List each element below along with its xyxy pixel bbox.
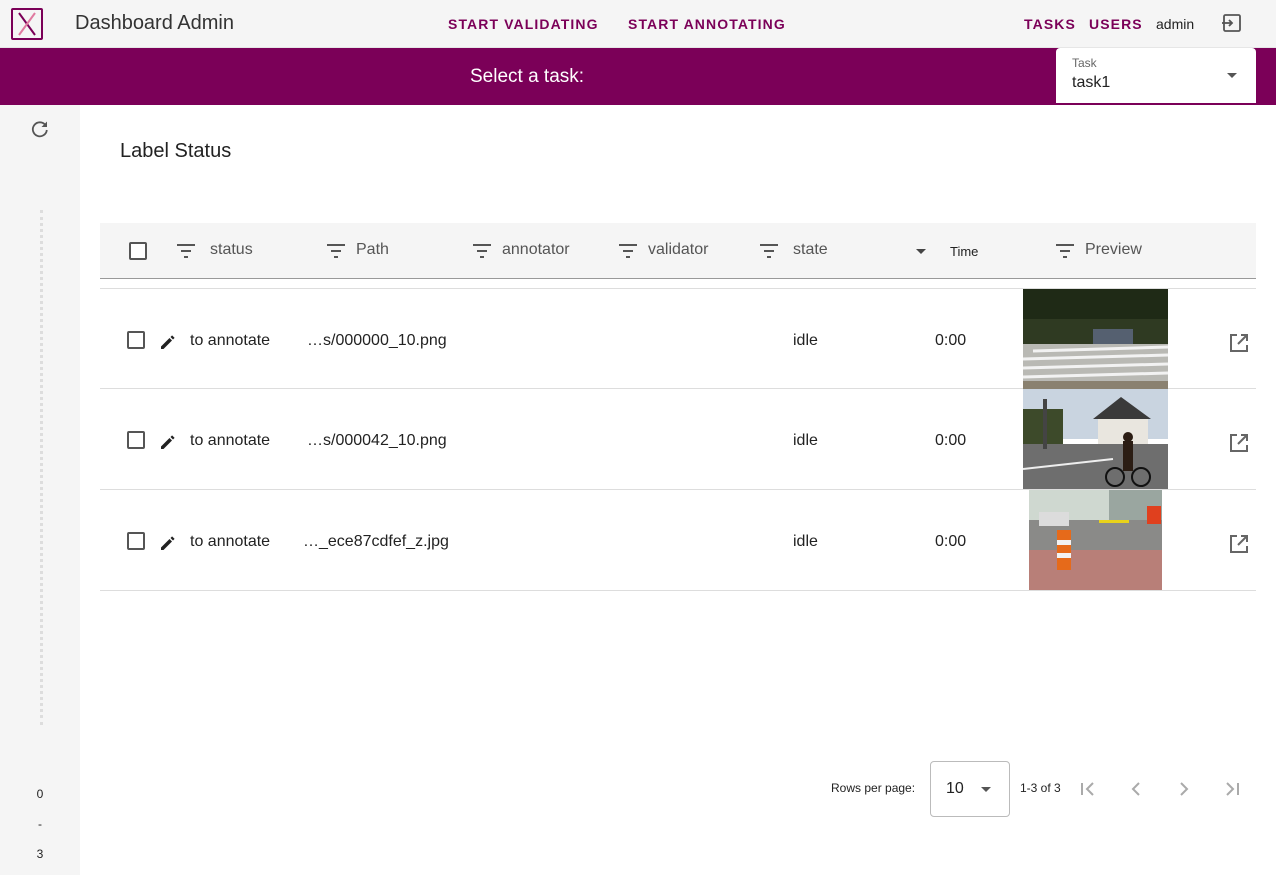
open-external-icon[interactable] [1228, 432, 1250, 454]
rail-scroll-track[interactable] [40, 210, 43, 725]
column-header-validator[interactable]: validator [648, 241, 708, 259]
top-app-bar: Dashboard Admin START VALIDATING START A… [0, 0, 1276, 48]
open-external-icon[interactable] [1228, 533, 1250, 555]
filter-icon[interactable] [1055, 243, 1075, 259]
row-path: …_ece87cdfef_z.jpg [303, 533, 449, 550]
start-annotating-button[interactable]: START ANNOTATING [628, 16, 786, 32]
task-select[interactable]: Task task1 [1056, 48, 1256, 103]
last-page-icon[interactable] [1221, 778, 1243, 800]
chevron-right-icon[interactable] [1173, 778, 1195, 800]
row-time: 0:00 [935, 332, 967, 349]
row-path: …s/000042_10.png [307, 432, 447, 449]
refresh-icon[interactable] [30, 119, 50, 139]
task-select-label: Task [1072, 56, 1097, 70]
column-header-path[interactable]: Path [356, 241, 389, 259]
app-logo-icon[interactable] [11, 8, 43, 40]
pencil-icon[interactable] [158, 332, 178, 352]
row-preview-image[interactable] [1023, 389, 1168, 489]
logout-icon[interactable] [1221, 12, 1243, 34]
select-all-checkbox[interactable] [129, 242, 147, 260]
app-title: Dashboard Admin [75, 12, 234, 34]
chevron-left-icon[interactable] [1125, 778, 1147, 800]
pencil-icon[interactable] [158, 432, 178, 452]
table-header: status Path annotator validator state Ti… [100, 223, 1256, 279]
caret-down-icon [1227, 73, 1237, 78]
filter-icon[interactable] [472, 243, 492, 259]
row-state: idle [793, 432, 818, 449]
row-time: 0:00 [935, 533, 967, 550]
first-page-icon[interactable] [1077, 778, 1099, 800]
row-checkbox[interactable] [127, 532, 145, 550]
page-title: Label Status [120, 140, 232, 162]
rail-range-separator: - [38, 817, 42, 831]
rows-per-page-select[interactable]: 10 [930, 761, 1010, 817]
row-state: idle [793, 533, 818, 550]
row-checkbox[interactable] [127, 431, 145, 449]
caret-down-icon [981, 787, 991, 792]
row-preview-image[interactable] [1023, 289, 1168, 389]
filter-icon[interactable] [759, 243, 779, 259]
column-header-state[interactable]: state [793, 241, 828, 259]
table-row[interactable]: to annotate …_ece87cdfef_z.jpg idle 0:00 [100, 490, 1256, 591]
pencil-icon[interactable] [158, 533, 178, 553]
table-row[interactable]: to annotate …s/000000_10.png idle 0:00 [100, 288, 1256, 389]
page-range-text: 1-3 of 3 [1020, 781, 1061, 795]
table-row[interactable]: to annotate …s/000042_10.png idle 0:00 [100, 389, 1256, 490]
row-time: 0:00 [935, 432, 967, 449]
sort-down-icon[interactable] [916, 249, 926, 254]
column-header-annotator[interactable]: annotator [502, 241, 570, 259]
filter-icon[interactable] [618, 243, 638, 259]
row-status: to annotate [190, 332, 271, 349]
open-external-icon[interactable] [1228, 332, 1250, 354]
select-task-label: Select a task: [470, 66, 585, 87]
row-status: to annotate [190, 533, 271, 550]
task-select-value: task1 [1072, 74, 1111, 91]
current-user-name: admin [1156, 16, 1195, 32]
rail-range-start: 0 [36, 787, 44, 801]
row-state: idle [793, 332, 818, 349]
row-checkbox[interactable] [127, 331, 145, 349]
row-status: to annotate [190, 432, 271, 449]
filter-icon[interactable] [326, 243, 346, 259]
start-validating-button[interactable]: START VALIDATING [448, 16, 599, 32]
column-header-status[interactable]: status [210, 241, 253, 259]
filter-icon[interactable] [176, 243, 196, 259]
row-preview-image[interactable] [1029, 490, 1162, 590]
task-selection-bar: Select a task: Task task1 [0, 48, 1276, 105]
tasks-nav-button[interactable]: TASKS [1024, 16, 1076, 32]
row-path: …s/000000_10.png [307, 332, 447, 349]
rail-range-end: 3 [36, 847, 44, 861]
users-nav-button[interactable]: USERS [1089, 16, 1143, 32]
left-rail: 0 - 3 [0, 105, 80, 875]
rows-per-page-value: 10 [946, 780, 964, 797]
rows-per-page-label: Rows per page: [831, 781, 916, 795]
column-header-time[interactable]: Time [950, 244, 978, 259]
column-header-preview[interactable]: Preview [1085, 241, 1142, 259]
